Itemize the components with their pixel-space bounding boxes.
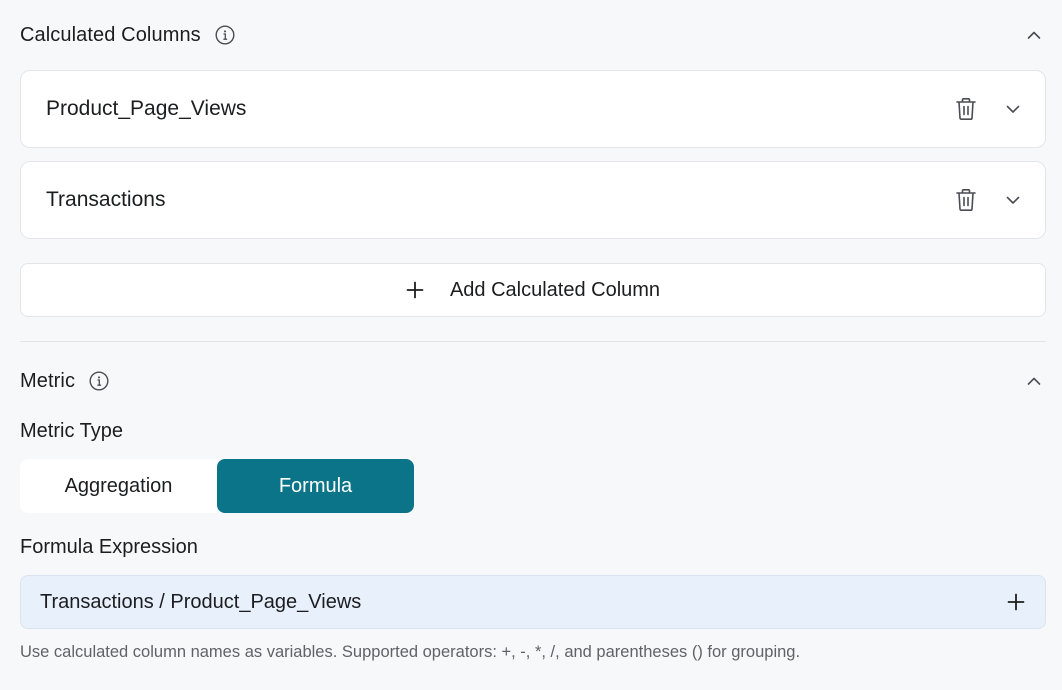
metric-header[interactable]: Metric bbox=[20, 342, 1046, 420]
chevron-down-icon[interactable] bbox=[1005, 192, 1021, 208]
calculated-columns-header[interactable]: Calculated Columns bbox=[20, 0, 1046, 70]
calculated-column-name: Transactions bbox=[46, 188, 166, 211]
card-actions bbox=[955, 97, 1021, 121]
metric-type-label: Metric Type bbox=[20, 420, 123, 442]
formula-expression-input[interactable]: Transactions / Product_Page_Views bbox=[20, 575, 1046, 629]
plus-icon bbox=[406, 281, 424, 299]
metric-type-toggle: Aggregation Formula bbox=[20, 459, 414, 513]
info-icon[interactable] bbox=[215, 25, 235, 45]
metric-title: Metric bbox=[20, 369, 76, 392]
calculated-column-card[interactable]: Product_Page_Views bbox=[20, 70, 1046, 148]
trash-icon[interactable] bbox=[955, 188, 977, 212]
formula-option[interactable]: Formula bbox=[217, 459, 414, 513]
trash-icon[interactable] bbox=[955, 97, 977, 121]
formula-expression-label: Formula Expression bbox=[20, 536, 198, 558]
add-calculated-column-button[interactable]: Add Calculated Column bbox=[20, 263, 1046, 317]
plus-icon[interactable] bbox=[1007, 593, 1025, 611]
calculated-column-card[interactable]: Transactions bbox=[20, 161, 1046, 239]
calculated-columns-title-wrap: Calculated Columns bbox=[20, 24, 235, 47]
add-calculated-column-label: Add Calculated Column bbox=[449, 278, 661, 301]
info-icon[interactable] bbox=[89, 371, 109, 391]
formula-expression-value[interactable]: Transactions / Product_Page_Views bbox=[40, 591, 361, 614]
chevron-up-icon[interactable] bbox=[1024, 371, 1044, 391]
chevron-up-icon[interactable] bbox=[1024, 25, 1044, 45]
metric-title-wrap: Metric bbox=[20, 370, 109, 393]
formula-help-text: Use calculated column names as variables… bbox=[20, 643, 801, 661]
chevron-down-icon[interactable] bbox=[1005, 101, 1021, 117]
card-actions bbox=[955, 188, 1021, 212]
metric-config-panel: Calculated Columns Product_Page_Views Tr… bbox=[0, 0, 1062, 690]
aggregation-option[interactable]: Aggregation bbox=[20, 459, 217, 513]
calculated-column-name: Product_Page_Views bbox=[46, 97, 247, 120]
calculated-columns-title: Calculated Columns bbox=[20, 23, 201, 46]
